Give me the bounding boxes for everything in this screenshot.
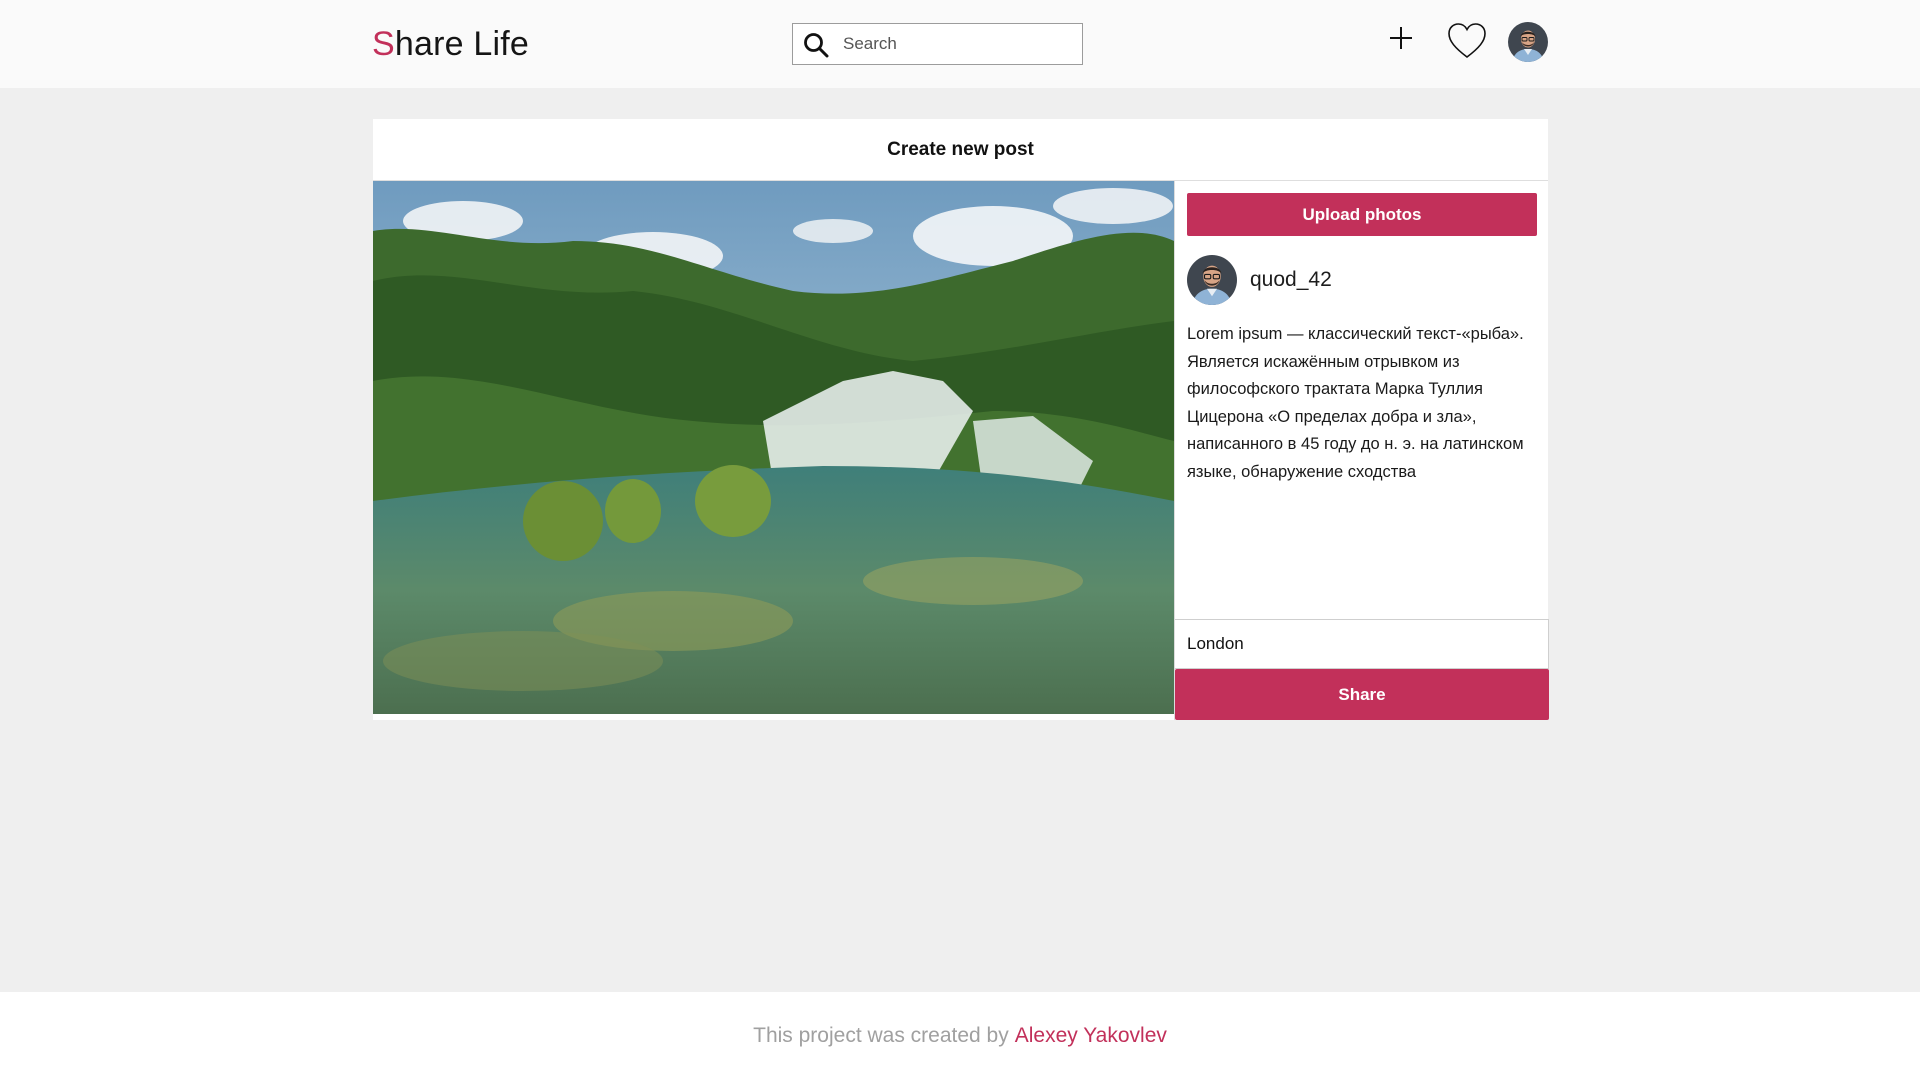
search-input[interactable] [843, 30, 1073, 58]
avatar-image [1508, 22, 1548, 62]
logo[interactable]: Share Life [372, 22, 529, 66]
top-header: Share Life [0, 0, 1920, 88]
search-icon [804, 33, 829, 58]
footer: This project was created by Alexey Yakov… [0, 992, 1920, 1080]
post-caption[interactable]: Lorem ipsum — классический текст-«рыба».… [1187, 321, 1542, 486]
footer-author-link[interactable]: Alexey Yakovlev [1015, 1024, 1167, 1048]
upload-photos-button[interactable]: Upload photos [1187, 193, 1537, 236]
logo-first-letter: S [372, 25, 395, 63]
create-post-panel: Create new post Upload photos quod_42 Lo… [373, 119, 1549, 720]
author-username[interactable]: quod_42 [1250, 268, 1332, 292]
plus-icon[interactable] [1387, 24, 1415, 52]
author-avatar[interactable] [1187, 255, 1237, 305]
post-photo [373, 181, 1174, 714]
logo-text: hare Life [394, 25, 530, 63]
panel-title: Create new post [373, 119, 1548, 181]
location-input[interactable] [1175, 619, 1549, 669]
post-details: Upload photos quod_42 Lorem ipsum — клас… [1174, 181, 1549, 720]
search-box[interactable] [792, 23, 1083, 65]
share-button[interactable]: Share [1175, 669, 1549, 720]
avatar[interactable] [1508, 22, 1548, 62]
waterfall-image [373, 181, 1174, 714]
author-row: quod_42 [1187, 255, 1332, 305]
heart-icon[interactable] [1447, 22, 1487, 60]
footer-credit-text: This project was created by [753, 1024, 1009, 1047]
author-avatar-image [1187, 255, 1237, 305]
